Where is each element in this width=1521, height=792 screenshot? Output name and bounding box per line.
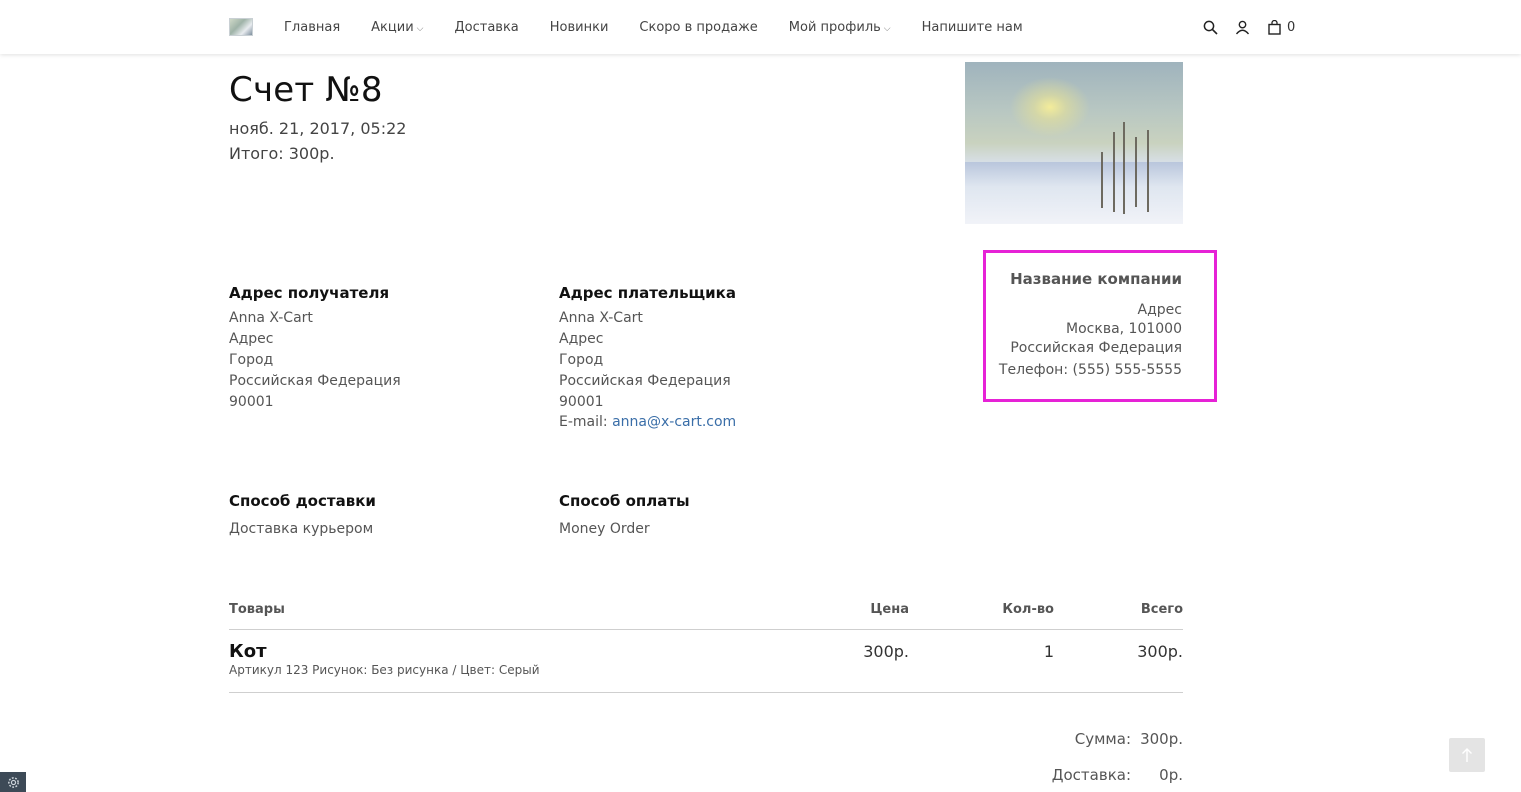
user-icon[interactable]	[1232, 17, 1252, 37]
billing-email-link[interactable]: anna@x-cart.com	[612, 414, 736, 430]
shipping-cost-label: Доставка:	[1051, 766, 1131, 784]
shipping-address-line: Адрес	[229, 331, 274, 347]
top-navigation-bar: Главная Акции ⌵ Доставка Новинки Скоро в …	[0, 0, 1521, 54]
site-logo[interactable]	[229, 18, 253, 36]
billing-address-line: Anna X-Cart	[559, 310, 643, 326]
column-header-product: Товары	[229, 602, 285, 617]
scroll-to-top-button[interactable]	[1449, 738, 1485, 772]
main-nav: Главная Акции ⌵ Доставка Новинки Скоро в …	[284, 0, 1054, 54]
company-address: Адрес	[1137, 302, 1182, 318]
shipping-address-heading: Адрес получателя	[229, 284, 390, 302]
painting-hill	[965, 162, 1183, 224]
painting-tree	[1147, 130, 1149, 212]
cart-icon[interactable]	[1264, 17, 1284, 37]
page-title: Счет №8	[229, 70, 383, 110]
company-city: Москва, 101000	[1066, 321, 1182, 337]
nav-item-coming-soon[interactable]: Скоро в продаже	[639, 20, 757, 35]
billing-address-line: Российская Федерация	[559, 373, 731, 389]
company-info-box: Название компании Адрес Москва, 101000 Р…	[983, 250, 1217, 402]
painting-tree	[1101, 152, 1103, 208]
arrow-up-icon	[1462, 748, 1472, 762]
painting-tree	[1113, 132, 1115, 212]
company-country: Российская Федерация	[1010, 340, 1182, 356]
chevron-down-icon: ⌵	[883, 23, 891, 34]
nav-item-new-arrivals[interactable]: Новинки	[550, 20, 609, 35]
company-phone: Телефон: (555) 555-5555	[998, 362, 1182, 378]
column-header-qty: Кол-во	[1002, 602, 1054, 617]
header-icons: 0	[1200, 17, 1295, 37]
nav-item-contact-us[interactable]: Напишите нам	[922, 20, 1023, 35]
item-attributes: Артикул 123 Рисунок: Без рисунка / Цвет:…	[229, 663, 540, 677]
nav-item-my-profile-label: Мой профиль	[788, 19, 881, 35]
shipping-address-line: Anna X-Cart	[229, 310, 313, 326]
chevron-down-icon: ⌵	[416, 23, 424, 34]
payment-method-value: Money Order	[559, 521, 650, 537]
nav-item-home[interactable]: Главная	[284, 20, 340, 35]
subtotal-label: Сумма:	[1074, 730, 1131, 748]
nav-item-delivery[interactable]: Доставка	[454, 20, 518, 35]
table-divider	[229, 629, 1183, 630]
billing-email-label: E-mail:	[559, 414, 608, 430]
nav-item-promotions-label: Акции	[371, 19, 414, 35]
shipping-address-line: Российская Федерация	[229, 373, 401, 389]
nav-item-promotions[interactable]: Акции ⌵	[371, 20, 423, 35]
shipping-address-line: 90001	[229, 394, 274, 410]
company-name: Название компании	[1010, 270, 1182, 288]
table-divider	[229, 692, 1183, 693]
billing-address-line: Адрес	[559, 331, 604, 347]
billing-address-line: Город	[559, 352, 604, 368]
invoice-total: Итого: 300р.	[229, 144, 335, 163]
invoice-date: нояб. 21, 2017, 05:22	[229, 119, 407, 138]
billing-address-heading: Адрес плательщика	[559, 284, 736, 302]
subtotal-value: 300р.	[1140, 730, 1183, 748]
cart-count[interactable]: 0	[1287, 20, 1295, 35]
delivery-method-heading: Способ доставки	[229, 492, 376, 510]
shipping-address-line: Город	[229, 352, 274, 368]
painting-tree	[1135, 137, 1137, 207]
delivery-method-value: Доставка курьером	[229, 521, 374, 537]
company-logo-image	[965, 62, 1183, 224]
nav-item-my-profile[interactable]: Мой профиль ⌵	[789, 20, 891, 35]
item-total: 300р.	[1137, 642, 1183, 661]
shipping-cost-value: 0р.	[1159, 766, 1183, 784]
item-name: Кот	[229, 641, 267, 662]
painting-tree	[1123, 122, 1125, 214]
item-qty: 1	[1043, 642, 1054, 661]
billing-address-line: 90001	[559, 394, 604, 410]
column-header-total: Всего	[1140, 602, 1183, 617]
item-price: 300р.	[863, 642, 909, 661]
gear-icon	[7, 776, 19, 788]
settings-button[interactable]	[0, 772, 26, 792]
column-header-price: Цена	[870, 602, 909, 617]
search-icon[interactable]	[1200, 17, 1220, 37]
billing-email-row: E-mail: anna@x-cart.com	[559, 414, 736, 430]
payment-method-heading: Способ оплаты	[559, 492, 690, 510]
